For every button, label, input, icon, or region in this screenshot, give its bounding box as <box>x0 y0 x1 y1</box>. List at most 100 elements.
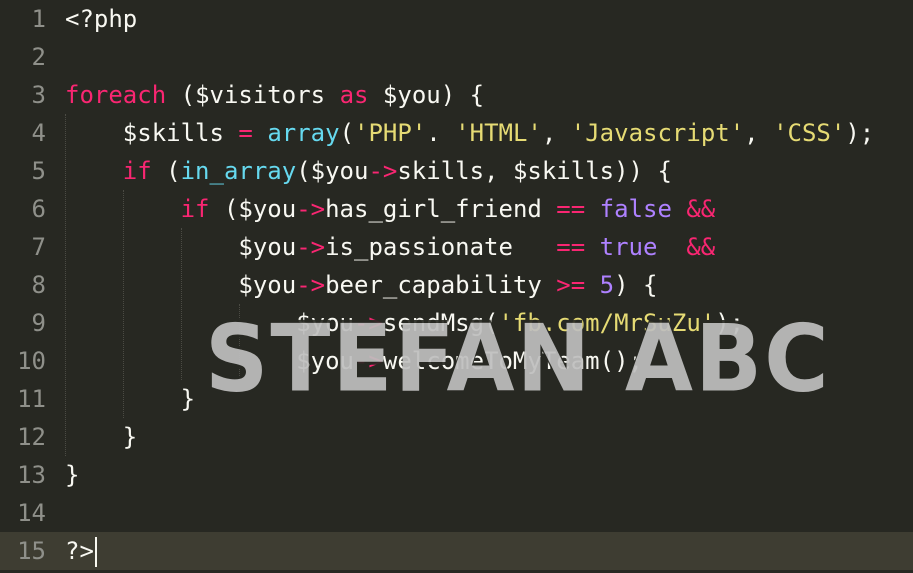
line-number: 6 <box>31 195 46 223</box>
code-line[interactable]: 6 if ($you->has_girl_friend == false && <box>0 190 913 228</box>
indent-guide <box>123 190 124 418</box>
code-token: == <box>556 233 586 261</box>
line-number: 4 <box>31 119 46 147</box>
code-text: } <box>65 418 137 456</box>
code-token: $you <box>238 195 297 223</box>
code-text: } <box>65 380 195 418</box>
code-token: -> <box>353 347 383 375</box>
code-token: ) { <box>614 271 658 299</box>
code-text: $you->welcomeToMyTeam(); <box>65 342 643 380</box>
code-token: 5 <box>599 271 615 299</box>
code-token: has_girl_friend <box>325 195 557 223</box>
code-token: ?> <box>65 537 94 565</box>
code-token: array <box>267 119 340 147</box>
code-token: in_array <box>180 157 297 185</box>
code-token: )) { <box>614 157 672 185</box>
code-text: <?php <box>65 0 137 38</box>
code-token: $you <box>238 233 297 261</box>
code-line[interactable]: 2 <box>0 38 913 76</box>
code-token: $you <box>296 347 354 375</box>
code-token: ); <box>845 119 875 147</box>
line-number: 3 <box>31 81 46 109</box>
code-token: -> <box>296 233 326 261</box>
line-number: 9 <box>31 309 46 337</box>
code-line[interactable]: 12 } <box>0 418 913 456</box>
code-text: $you->beer_capability >= 5) { <box>65 266 657 304</box>
code-line[interactable]: 11 } <box>0 380 913 418</box>
code-text: $you->sendMsg('fb.com/MrSuZu'); <box>65 304 744 342</box>
code-line[interactable]: 9 $you->sendMsg('fb.com/MrSuZu'); <box>0 304 913 342</box>
code-token: welcomeToMyTeam(); <box>382 347 643 375</box>
code-token: beer_capability <box>325 271 557 299</box>
indent-guide <box>239 304 240 380</box>
code-token: ); <box>715 309 745 337</box>
code-token: && <box>686 195 716 223</box>
code-token: 'Javascript' <box>570 119 745 147</box>
code-token: $you <box>296 309 354 337</box>
code-line[interactable]: 13} <box>0 456 913 494</box>
text-cursor <box>94 537 97 567</box>
line-number: 2 <box>31 43 46 71</box>
code-text: if (in_array($you->skills, $skills)) { <box>65 152 672 190</box>
code-token: $you <box>238 271 297 299</box>
code-token: 'HTML' <box>455 119 542 147</box>
code-token: } <box>65 423 138 451</box>
code-text: ?> <box>65 532 97 570</box>
code-token: -> <box>368 157 398 185</box>
code-line[interactable]: 8 $you->beer_capability >= 5) { <box>0 266 913 304</box>
code-token: 'PHP' <box>354 119 427 147</box>
code-line[interactable]: 1 <?php <box>0 0 913 38</box>
code-token: && <box>686 233 716 261</box>
code-token: -> <box>296 271 326 299</box>
code-token: $skills <box>122 119 224 147</box>
code-token: , <box>744 119 774 147</box>
code-token: ( <box>166 81 196 109</box>
code-token: $visitors <box>195 81 326 109</box>
code-line[interactable]: 15 ?> <box>0 532 913 570</box>
code-token: == <box>556 195 586 223</box>
code-token: = <box>238 119 253 147</box>
code-token: if <box>122 157 152 185</box>
code-line[interactable]: 5 if (in_array($you->skills, $skills)) { <box>0 152 913 190</box>
code-token: skills, <box>397 157 513 185</box>
code-token: $you <box>310 157 369 185</box>
code-token: -> <box>353 309 383 337</box>
code-token: ( <box>151 157 181 185</box>
code-token: false <box>599 195 672 223</box>
code-token: true <box>599 233 658 261</box>
code-editor[interactable]: 1 <?php 2 3 foreach ($visitors as $you) {4 $… <box>0 0 913 573</box>
code-line[interactable]: 3 foreach ($visitors as $you) { <box>0 76 913 114</box>
indent-guide <box>181 228 182 380</box>
indent-guide <box>65 114 66 456</box>
line-number: 12 <box>17 423 46 451</box>
code-text: if ($you->has_girl_friend == false && <box>65 190 716 228</box>
line-number: 15 <box>17 537 46 565</box>
code-token: as <box>339 81 369 109</box>
line-number: 5 <box>31 157 46 185</box>
code-token: . <box>426 119 456 147</box>
line-number: 7 <box>31 233 46 261</box>
code-line[interactable]: 7 $you->is_passionate == true && <box>0 228 913 266</box>
code-token: sendMsg( <box>382 309 499 337</box>
code-token: ( <box>339 119 355 147</box>
line-number: 8 <box>31 271 46 299</box>
code-line[interactable]: 4 $skills = array('PHP'. 'HTML', 'Javasc… <box>0 114 913 152</box>
code-line[interactable]: 10 $you->welcomeToMyTeam(); <box>0 342 913 380</box>
code-token: >= <box>556 271 586 299</box>
code-token: 'CSS' <box>773 119 846 147</box>
code-line[interactable]: 14 <box>0 494 913 532</box>
code-text: } <box>65 456 79 494</box>
